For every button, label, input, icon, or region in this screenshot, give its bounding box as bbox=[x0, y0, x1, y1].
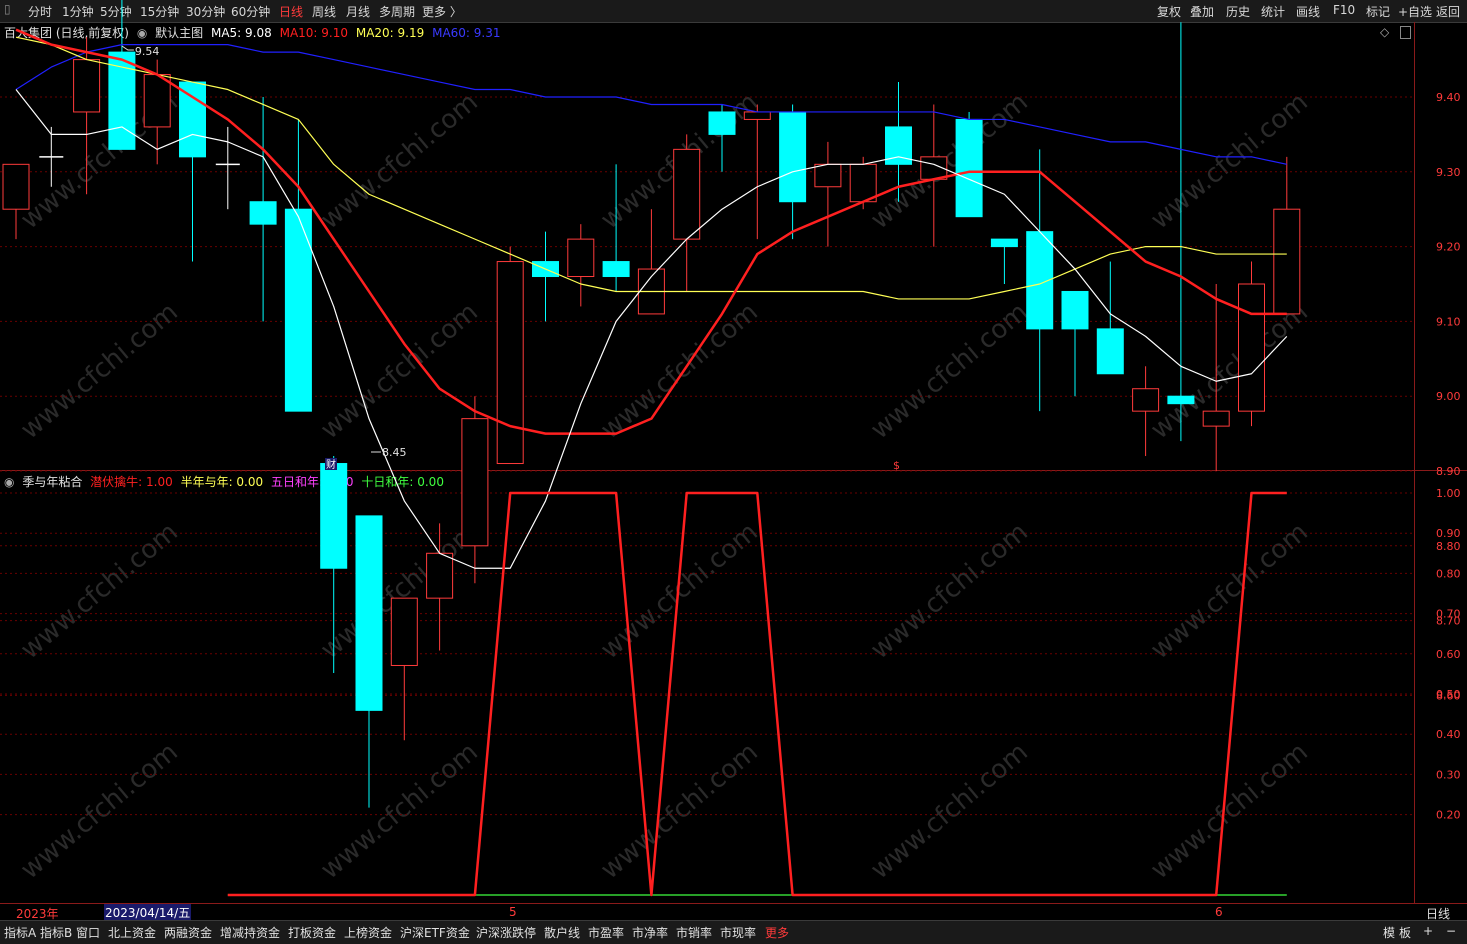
candle-body bbox=[2, 163, 30, 210]
candle-body bbox=[567, 238, 595, 278]
candle-body bbox=[179, 81, 206, 158]
indicator-tick-label: 0.30 bbox=[1436, 768, 1461, 781]
indicator-tabs-bar: 指标A 指标B 窗口 北上资金 两融资金 增减持资金 打板资金 上榜资金 沪深ETF资金 沪深涨跌… bbox=[0, 920, 1467, 944]
indicator-tab-8[interactable]: 沪深ETF资金 bbox=[400, 924, 470, 941]
indicator-tab-7[interactable]: 上榜资金 bbox=[344, 924, 392, 941]
candle-body bbox=[1167, 395, 1195, 405]
candle-body bbox=[249, 201, 277, 225]
indicator-tab-4[interactable]: 两融资金 bbox=[164, 924, 212, 941]
candle-body bbox=[779, 111, 807, 203]
axis-month-6: 6 bbox=[1215, 905, 1223, 919]
candle-body bbox=[955, 118, 983, 218]
high-marker-label: 9.54 bbox=[135, 45, 160, 58]
candle-body bbox=[461, 418, 489, 547]
candle-body bbox=[73, 59, 101, 113]
candle-body bbox=[1096, 328, 1124, 375]
candle-body bbox=[426, 552, 454, 599]
indicator-tab-5[interactable]: 增减持资金 bbox=[220, 924, 280, 941]
indicator-tick-label: 1.00 bbox=[1436, 487, 1461, 500]
price-tick-label: 9.40 bbox=[1436, 91, 1461, 104]
watermark-text: www.cfchi.com bbox=[1145, 737, 1314, 885]
indicator-tab-10[interactable]: 散户线 bbox=[544, 924, 580, 941]
watermark-text: www.cfchi.com bbox=[15, 517, 184, 665]
low-marker-label: 8.45 bbox=[382, 446, 407, 459]
candle-body bbox=[602, 261, 630, 278]
indicator-tab-12[interactable]: 市净率 bbox=[632, 924, 668, 941]
dollar-marker: $ bbox=[893, 459, 900, 472]
indicator-tab-11[interactable]: 市盈率 bbox=[588, 924, 624, 941]
indicator-tab-6[interactable]: 打板资金 bbox=[288, 924, 336, 941]
watermark-text: www.cfchi.com bbox=[865, 737, 1034, 885]
candle-body bbox=[390, 597, 418, 666]
ma60-line bbox=[15, 44, 1287, 165]
indicator-tab-14[interactable]: 市现率 bbox=[720, 924, 756, 941]
price-tick-label: 9.30 bbox=[1436, 166, 1461, 179]
price-tick-label: 8.90 bbox=[1436, 465, 1461, 478]
price-tick-label: 9.20 bbox=[1436, 241, 1461, 254]
indicator-tab-2[interactable]: 窗口 bbox=[76, 924, 100, 941]
candle-body bbox=[143, 74, 171, 128]
axis-month-5: 5 bbox=[509, 905, 517, 919]
candle-body bbox=[849, 163, 877, 203]
indicator-tick-label: 0.50 bbox=[1436, 688, 1461, 701]
cursor-date: 2023/04/14/五 bbox=[104, 904, 192, 921]
indicator-tab-3[interactable]: 北上资金 bbox=[108, 924, 156, 941]
candle-body bbox=[673, 148, 701, 240]
watermark-text: www.cfchi.com bbox=[865, 297, 1034, 445]
watermark-text: www.cfchi.com bbox=[315, 297, 484, 445]
watermark-text: www.cfchi.com bbox=[595, 297, 764, 445]
watermark-text: www.cfchi.com bbox=[15, 297, 184, 445]
fin-marker: 财 bbox=[326, 458, 336, 471]
watermark-text: www.cfchi.com bbox=[1145, 517, 1314, 665]
price-tick-label: 9.00 bbox=[1436, 390, 1461, 403]
candle-body bbox=[743, 111, 771, 120]
ma5-line bbox=[15, 89, 1288, 569]
indicator-tab-13[interactable]: 市销率 bbox=[676, 924, 712, 941]
indicator-tick-label: 0.90 bbox=[1436, 527, 1461, 540]
indicator-tick-label: 0.40 bbox=[1436, 728, 1461, 741]
candle-body bbox=[320, 463, 348, 569]
bottom-control-1[interactable]: 板 bbox=[1399, 924, 1411, 941]
candle-body bbox=[1061, 290, 1089, 330]
high-marker-line bbox=[121, 45, 134, 51]
time-axis: 2023年 2023/04/14/五 5 6 日线 bbox=[0, 903, 1467, 921]
candle-body bbox=[1202, 410, 1230, 427]
watermark-text: www.cfchi.com bbox=[315, 737, 484, 885]
indicator-tab-9[interactable]: 沪深涨跌停 bbox=[476, 924, 536, 941]
indicator-tick-label: 0.60 bbox=[1436, 648, 1461, 661]
candle-body bbox=[1273, 208, 1301, 315]
candle-body bbox=[496, 261, 524, 465]
indicator-tab-0[interactable]: 指标A bbox=[4, 924, 36, 941]
watermark-text: www.cfchi.com bbox=[315, 87, 484, 235]
indicator-tick-label: 0.20 bbox=[1436, 809, 1461, 822]
indicator-tab-1[interactable]: 指标B bbox=[40, 924, 72, 941]
candle-body bbox=[814, 163, 842, 188]
bottom-control-2[interactable]: + bbox=[1423, 924, 1433, 938]
candle-body bbox=[1238, 283, 1265, 412]
indicator-tab-15[interactable]: 更多 bbox=[765, 924, 789, 941]
price-tick-label: 9.10 bbox=[1436, 315, 1461, 328]
chart-canvas[interactable]: www.cfchi.com www.cfchi.com www.cfchi.com w… bbox=[0, 0, 1467, 903]
candle-body bbox=[708, 111, 736, 135]
watermark-text: www.cfchi.com bbox=[15, 737, 184, 885]
bottom-control-3[interactable]: − bbox=[1446, 924, 1456, 938]
candle-body bbox=[1132, 388, 1160, 412]
indicator-tick-label: 0.70 bbox=[1436, 608, 1461, 621]
watermark-text: www.cfchi.com bbox=[595, 737, 764, 885]
candle-body bbox=[990, 238, 1018, 248]
watermark-text: www.cfchi.com bbox=[865, 517, 1034, 665]
price-tick-label: 8.80 bbox=[1436, 540, 1461, 553]
indicator-tick-label: 0.80 bbox=[1436, 567, 1461, 580]
bottom-control-0[interactable]: 模 bbox=[1383, 924, 1395, 941]
candle-body bbox=[355, 515, 383, 711]
